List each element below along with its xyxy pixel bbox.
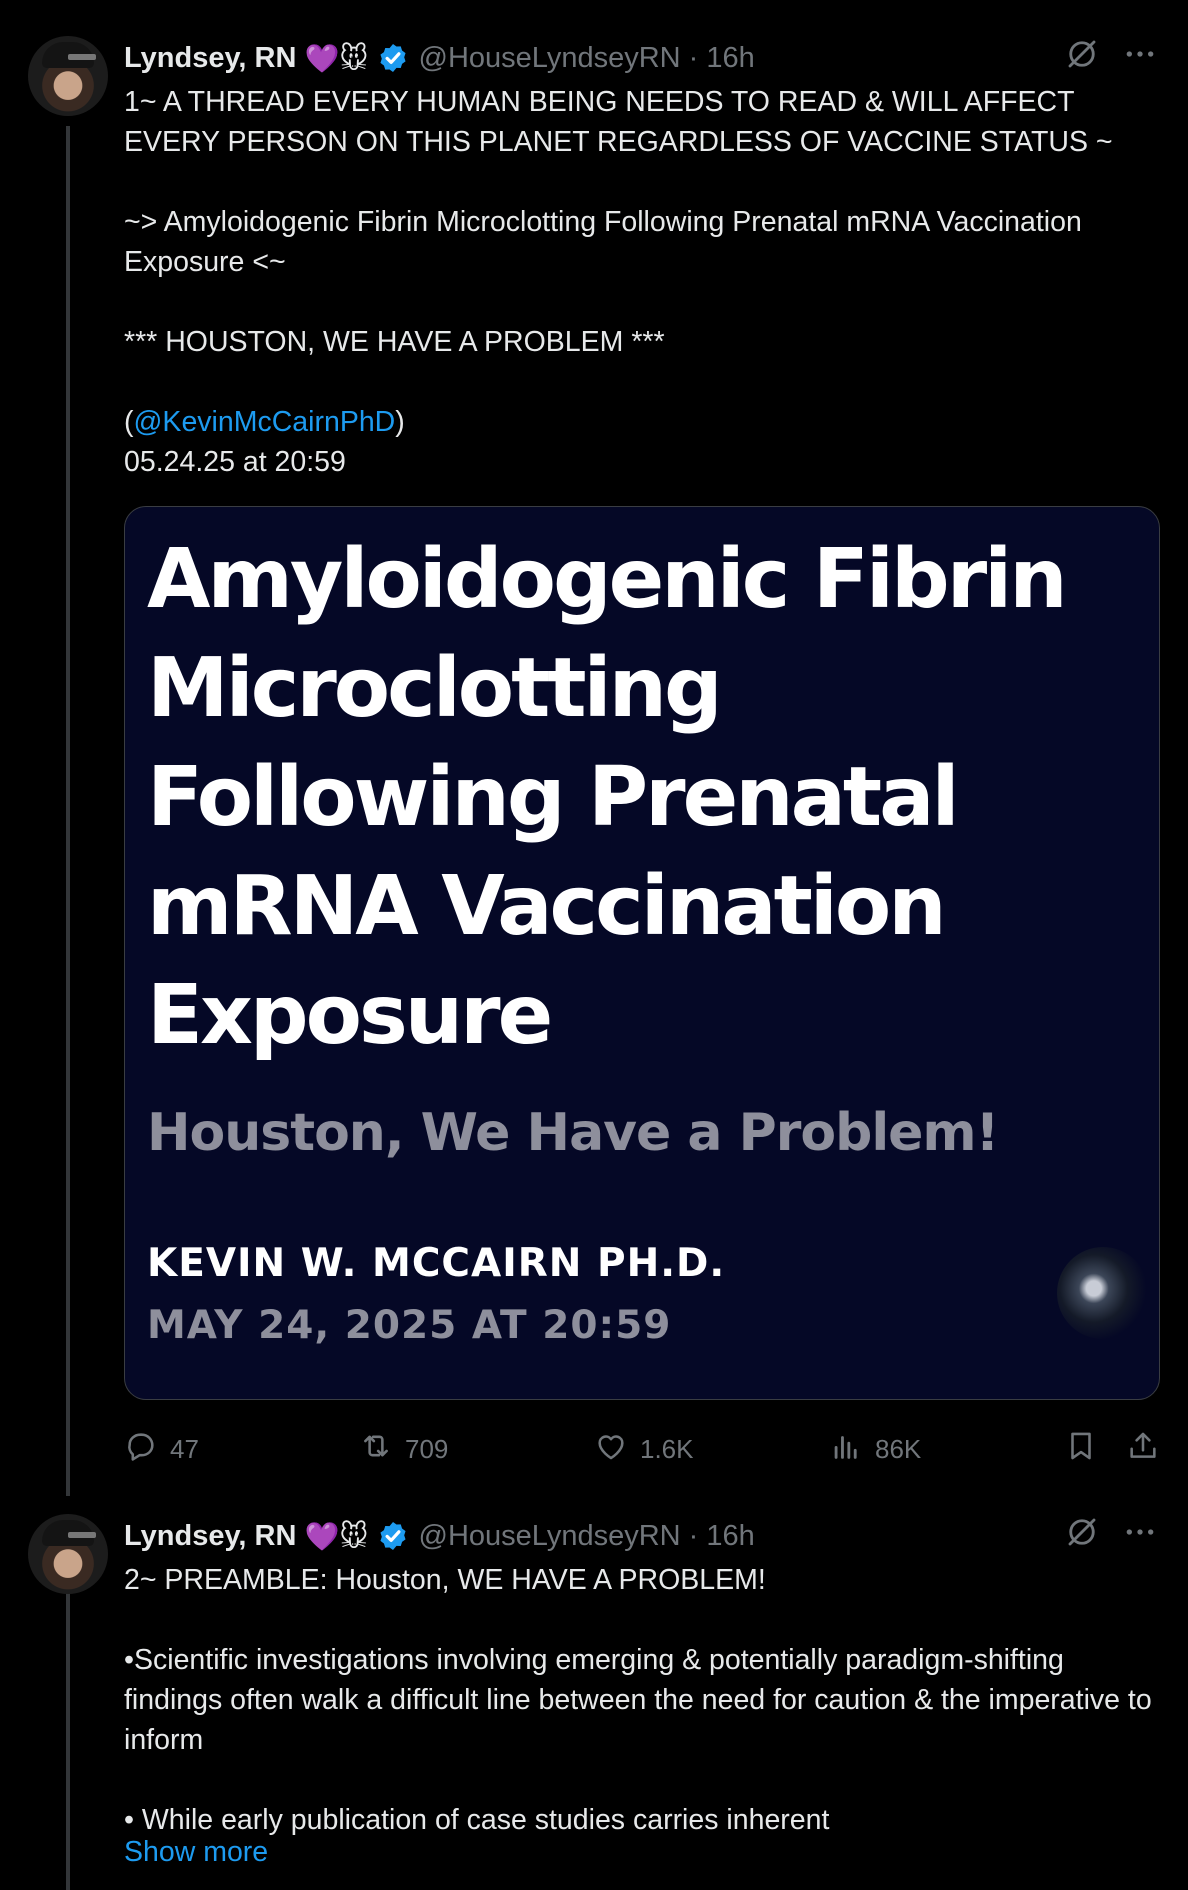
share-icon <box>1126 1429 1160 1470</box>
grok-icon[interactable] <box>1064 1514 1100 1558</box>
like-button[interactable]: 1.6K <box>594 1429 829 1470</box>
reply-icon <box>124 1429 158 1470</box>
handle[interactable]: @HouseLyndseyRN <box>419 1520 681 1553</box>
name-emoji: 💜🐭 <box>304 1520 369 1552</box>
views-icon <box>829 1429 863 1470</box>
author-logo <box>1057 1247 1149 1339</box>
avatar-cap <box>42 1520 96 1546</box>
card-date: MAY 24, 2025 AT 20:59 <box>147 1303 672 1348</box>
like-count: 1.6K <box>640 1433 694 1464</box>
tweet-header: Lyndsey, RN 💜🐭 @HouseLyndseyRN · 16h <box>124 36 1156 80</box>
repost-icon <box>359 1429 393 1470</box>
tweet-header: Lyndsey, RN 💜🐭 @HouseLyndseyRN · 16h <box>124 1514 1156 1558</box>
tweet-text: 1~ A THREAD EVERY HUMAN BEING NEEDS TO R… <box>124 82 1160 482</box>
grok-icon[interactable] <box>1064 36 1100 80</box>
card-author: KEVIN W. MCCAIRN PH.D. <box>147 1241 726 1286</box>
repost-button[interactable]: 709 <box>359 1429 594 1470</box>
reply-button[interactable]: 47 <box>124 1429 359 1470</box>
name-emoji: 💜🐭 <box>304 42 369 74</box>
bookmark-icon <box>1064 1429 1098 1470</box>
reply-count: 47 <box>170 1433 199 1464</box>
view-count: 86K <box>875 1433 922 1464</box>
media-card[interactable]: Amyloidogenic Fibrin Microclotting Follo… <box>124 506 1160 1400</box>
display-name[interactable]: Lyndsey, RN <box>124 42 296 75</box>
more-icon[interactable] <box>1124 38 1156 78</box>
like-icon <box>594 1429 628 1470</box>
avatar[interactable] <box>28 36 108 116</box>
thread-line <box>66 126 70 1496</box>
tweet-1[interactable]: Lyndsey, RN 💜🐭 @HouseLyndseyRN · 16h 1~ … <box>0 0 1188 1496</box>
display-name[interactable]: Lyndsey, RN <box>124 1520 296 1553</box>
show-more-link[interactable]: Show more <box>124 1836 268 1869</box>
action-bar: 47 709 1.6K 86K <box>124 1428 1160 1470</box>
tweet-text-part: 1~ A THREAD EVERY HUMAN BEING NEEDS TO R… <box>124 86 1113 438</box>
verified-badge-icon[interactable] <box>377 42 409 74</box>
views-button[interactable]: 86K <box>829 1429 1064 1470</box>
tweet-2[interactable]: Lyndsey, RN 💜🐭 @HouseLyndseyRN · 16h 2~ … <box>0 1478 1188 1890</box>
repost-count: 709 <box>405 1433 449 1464</box>
mention-link[interactable]: @KevinMcCairnPhD <box>134 406 396 438</box>
bookmark-button[interactable] <box>1064 1429 1098 1470</box>
avatar[interactable] <box>28 1514 108 1594</box>
timestamp[interactable]: · 16h <box>689 42 755 75</box>
tweet-text: 2~ PREAMBLE: Houston, WE HAVE A PROBLEM!… <box>124 1564 1152 1836</box>
more-icon[interactable] <box>1124 1516 1156 1556</box>
timestamp[interactable]: · 16h <box>689 1520 755 1553</box>
avatar-cap <box>42 42 96 68</box>
verified-badge-icon[interactable] <box>377 1520 409 1552</box>
handle[interactable]: @HouseLyndseyRN <box>419 42 681 75</box>
card-subtitle: Houston, We Have a Problem! <box>147 1103 999 1163</box>
thread-line <box>66 1584 70 1890</box>
share-button[interactable] <box>1126 1429 1160 1470</box>
card-title: Amyloidogenic Fibrin Microclotting Follo… <box>147 532 1068 1063</box>
